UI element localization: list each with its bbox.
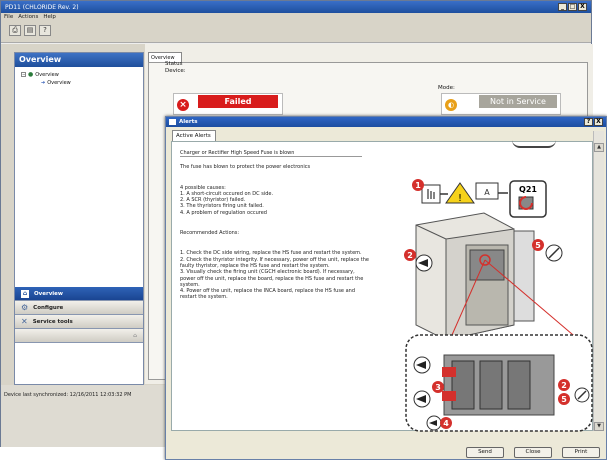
tree-child-overview[interactable]: ➔ Overview [41, 80, 71, 86]
action-item: 2. Check the thyristor integrity. If nec… [180, 256, 369, 269]
alerts-scrollbar[interactable]: ▲ ▼ [593, 131, 604, 431]
close-button[interactable]: X [578, 3, 587, 11]
sync-status-text: Device last synchronized: 12/16/2011 12:… [4, 392, 132, 398]
collapse-arc [512, 140, 556, 148]
svg-text:1: 1 [415, 181, 421, 190]
action-item: 3. Visually check the firing unit (CGCH … [180, 269, 364, 288]
scroll-up-button[interactable]: ▲ [594, 143, 604, 152]
dialog-buttons: Send Close Print [466, 447, 600, 458]
scroll-down-button[interactable]: ▼ [594, 422, 604, 431]
left-navigation: ⌂ Overview ⚙ Configure ✕ Service tools ⌂ [15, 287, 143, 343]
svg-text:3: 3 [435, 383, 441, 392]
svg-text:2: 2 [407, 251, 413, 260]
cabinet-diagram: ! A Q21 1 2 5 3 4 2 5 [404, 179, 593, 432]
callout-1: 1 [412, 179, 424, 191]
tool-icon [545, 244, 563, 262]
warning-icon: ! [445, 182, 475, 204]
probe-icon [426, 415, 442, 431]
title-bar: PD11 (CHLORIDE Rev. 2) _ □ X [1, 1, 591, 13]
manual-icon: A [475, 182, 499, 200]
menu-bar: File Actions Help [4, 14, 56, 22]
minimize-button[interactable]: _ [558, 3, 567, 11]
help-icon[interactable]: ? [39, 25, 51, 36]
toolbar: ⎙ ▤ ? [9, 25, 51, 36]
print-icon[interactable]: ⎙ [9, 25, 21, 36]
action-item: 4. Power off the unit, replace the INCA … [180, 288, 355, 301]
window-title: PD11 (CHLORIDE Rev. 2) [5, 3, 79, 11]
nav-configure-label: Configure [33, 304, 64, 311]
alerts-help-button[interactable]: ? [584, 118, 593, 126]
chevron-icon: ⌂ [133, 332, 137, 339]
tree-child-label: Overview [47, 80, 71, 86]
menu-file[interactable]: File [4, 14, 13, 22]
device-status-badge: Failed [198, 95, 278, 108]
callout-3: 3 [432, 381, 444, 393]
nav-service-tools-label: Service tools [32, 318, 73, 325]
callout-5: 5 [532, 239, 544, 251]
menu-help[interactable]: Help [43, 14, 56, 22]
callout-2: 2 [404, 249, 416, 261]
alert-heading: Charger or Rectifier High Speed Fuse is … [180, 150, 362, 158]
nav-more[interactable]: ⌂ [15, 329, 143, 343]
probe-icon [413, 356, 431, 374]
callout-2: 2 [558, 379, 570, 391]
configure-icon: ⚙ [21, 303, 29, 312]
print-button[interactable]: Print [562, 447, 600, 458]
tab-active-alerts[interactable]: Active Alerts [172, 130, 216, 141]
print-preview-icon[interactable]: ▤ [24, 25, 36, 36]
left-panel-header: Overview [15, 53, 143, 67]
svg-text:2: 2 [561, 381, 567, 390]
cabinet-illustration [415, 212, 535, 341]
mode-status-badge: Not in Service [479, 95, 557, 108]
nav-service-tools[interactable]: ✕ Service tools [15, 315, 143, 329]
alerts-title: Alerts [179, 119, 198, 125]
svg-text:!: ! [458, 193, 462, 204]
close-dialog-button[interactable]: Close [514, 447, 552, 458]
status-label: Status [165, 61, 183, 67]
action-item: 1. Check the DC side wiring, replace the… [180, 250, 362, 257]
nav-configure[interactable]: ⚙ Configure [15, 301, 143, 315]
tool-icon [574, 387, 590, 403]
callout-4: 4 [440, 417, 452, 429]
diagram-label-q21: Q21 [519, 185, 537, 194]
alerts-window-icon [169, 119, 176, 125]
tree-collapse-icon[interactable]: − [21, 72, 26, 77]
menu-actions[interactable]: Actions [18, 14, 38, 22]
thyristor-detail [442, 354, 555, 416]
mode-warning-icon: ◐ [445, 99, 457, 111]
nav-overview[interactable]: ⌂ Overview [15, 287, 143, 301]
alerts-title-bar: Alerts ? X [166, 117, 606, 127]
tree-root-overview[interactable]: − ● Overview [21, 71, 59, 78]
service-tools-icon: ✕ [21, 317, 28, 326]
overview-icon: ⌂ [21, 289, 29, 298]
screwdriver-icon [415, 254, 433, 272]
mode-label: Mode: [438, 85, 455, 91]
alerts-close-button[interactable]: X [594, 118, 603, 126]
svg-text:A: A [484, 188, 490, 197]
svg-text:4: 4 [443, 419, 449, 428]
tree-root-label: Overview [35, 71, 59, 78]
probe-icon [413, 390, 431, 408]
svg-text:5: 5 [561, 395, 567, 404]
maximize-button[interactable]: □ [568, 3, 577, 11]
send-button[interactable]: Send [466, 447, 504, 458]
device-label: Device: [165, 68, 186, 74]
alerts-dialog: Alerts ? X Active Alerts ▲ ▼ Charger or … [165, 116, 607, 460]
callout-5: 5 [558, 393, 570, 405]
arrow-right-icon: ➔ [41, 80, 46, 86]
switch-icon: Q21 [509, 180, 547, 218]
hand-icon [421, 184, 441, 204]
svg-text:5: 5 [535, 241, 541, 250]
overview-globe-icon: ● [28, 71, 34, 78]
nav-overview-label: Overview [34, 290, 63, 297]
left-panel: Overview − ● Overview ➔ Overview ⌂ Overv… [14, 52, 144, 385]
alert-message: Charger or Rectifier High Speed Fuse is … [180, 150, 416, 428]
error-icon: × [177, 99, 189, 111]
